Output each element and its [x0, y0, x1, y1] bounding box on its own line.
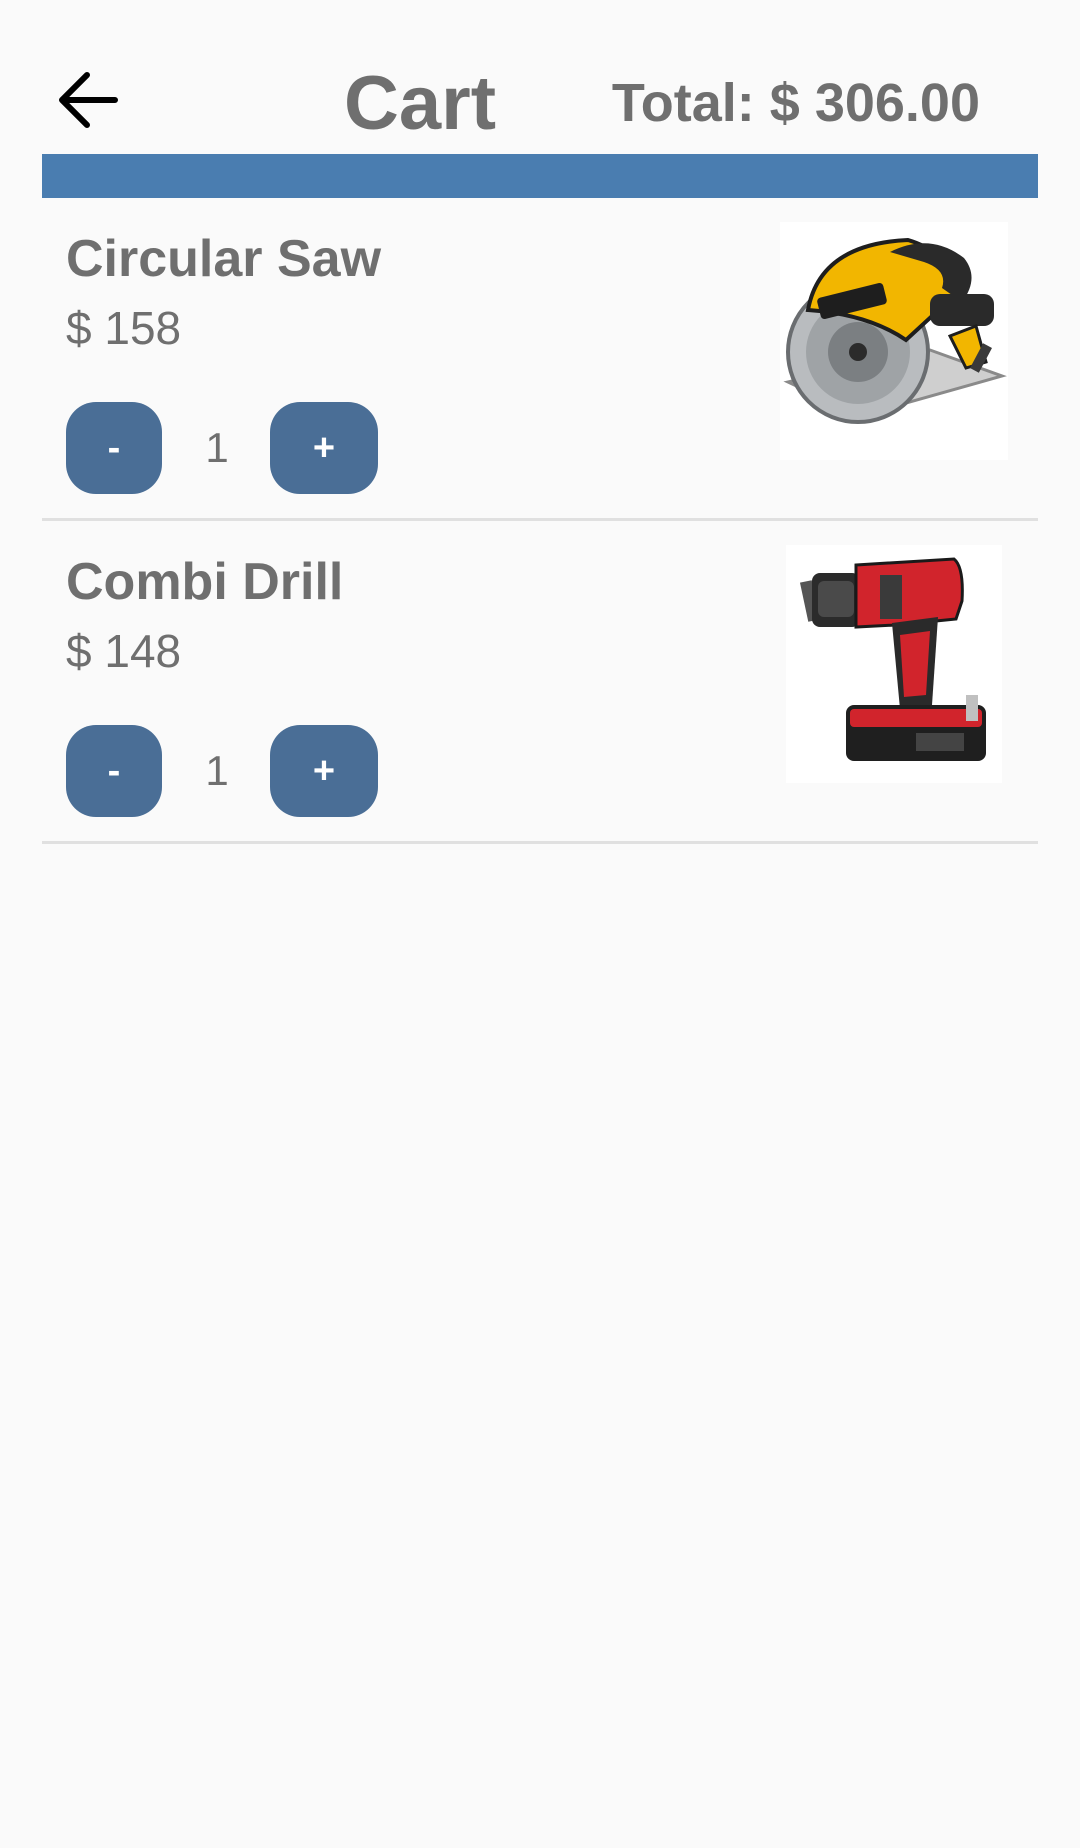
combi-drill-image [786, 545, 1002, 783]
cart-item: Circular Saw $ 158 - 1 + [42, 198, 1038, 521]
item-price: $ 158 [66, 302, 182, 354]
cart-total: Total: $ 306.00 [611, 73, 980, 133]
increase-quantity-button[interactable]: + [270, 725, 378, 817]
circular-saw-image [780, 222, 1008, 460]
decrease-quantity-button[interactable]: - [66, 725, 162, 817]
item-quantity: 1 [205, 747, 229, 794]
page-title: Cart [343, 61, 497, 146]
top-bar: Cart Total: $ 306.00 [0, 0, 1080, 154]
item-name: Circular Saw [66, 230, 382, 288]
item-quantity: 1 [205, 424, 229, 471]
increase-quantity-button[interactable]: + [270, 402, 378, 494]
item-price: $ 148 [66, 625, 182, 677]
cart-list: Circular Saw $ 158 - 1 + Combi Drill $ 1… [42, 198, 1038, 844]
cart-item: Combi Drill $ 148 - 1 + [42, 521, 1038, 844]
arrow-left-icon [59, 72, 118, 128]
decrease-quantity-button[interactable]: - [66, 402, 162, 494]
back-button[interactable] [48, 62, 128, 138]
item-name: Combi Drill [66, 553, 344, 611]
accent-bar [42, 154, 1038, 198]
